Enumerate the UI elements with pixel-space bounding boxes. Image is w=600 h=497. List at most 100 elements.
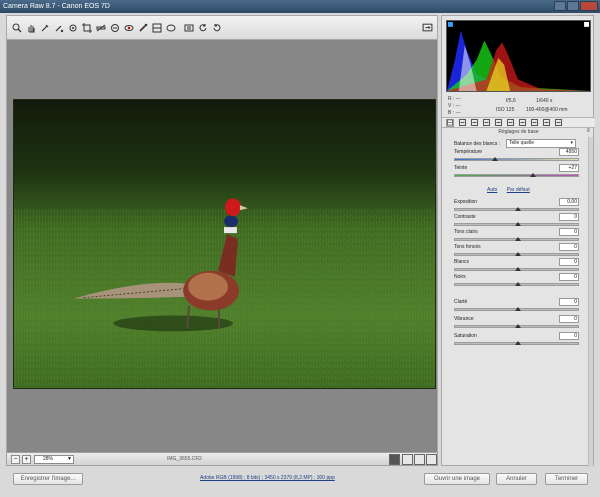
color-sampler-icon[interactable] <box>53 22 64 33</box>
zoom-in-button[interactable]: + <box>22 455 31 464</box>
slider-2: Exposition 0,00 <box>454 198 579 213</box>
slider-value-field[interactable]: 0 <box>559 213 579 221</box>
workflow-options-link[interactable]: Adobe RGB (1998) ; 8 bits) ; 3450 x 2379… <box>200 475 335 481</box>
red-eye-icon[interactable] <box>123 22 134 33</box>
zoom-icon[interactable] <box>11 22 22 33</box>
auto-link[interactable]: Auto <box>487 187 497 193</box>
auto-default-row: Auto Par défaut <box>487 187 538 193</box>
camera-calibration-tab-icon[interactable] <box>530 119 538 127</box>
slider-value-field[interactable]: 0 <box>559 332 579 340</box>
crop-icon[interactable] <box>81 22 92 33</box>
window-title-bar: Camera Raw 8.7 - Canon EOS 7D <box>0 0 600 13</box>
adjustment-brush-icon[interactable] <box>137 22 148 33</box>
slider-6: Blancs 0 <box>454 258 579 273</box>
white-balance-label: Balance des blancs : <box>454 141 501 147</box>
toggle-preview-button[interactable] <box>426 454 437 465</box>
effects-tab-icon[interactable] <box>518 119 526 127</box>
shadow-clipping-indicator[interactable] <box>447 21 453 27</box>
slider-0: Température 4950 <box>454 148 579 163</box>
slider-label: Clarté <box>454 299 468 305</box>
default-link[interactable]: Par défaut <box>507 187 530 193</box>
slider-4: Tons clairs 0 <box>454 228 579 243</box>
tool-list <box>11 22 222 34</box>
slider-value-field[interactable]: 0 <box>559 273 579 281</box>
histogram <box>446 20 591 92</box>
white-balance-icon[interactable] <box>39 22 50 33</box>
r-readout: R : --- <box>448 96 461 102</box>
slider-9: Vibrance 0 <box>454 315 579 330</box>
slider-label: Blancs <box>454 259 470 265</box>
copy-settings-button[interactable] <box>414 454 425 465</box>
lens-tab-icon[interactable] <box>506 119 514 127</box>
maximize-button[interactable] <box>567 1 579 11</box>
close-window-button[interactable] <box>580 1 598 11</box>
hsl-tab-icon[interactable] <box>482 119 490 127</box>
slider-value-field[interactable]: 0 <box>559 243 579 251</box>
slider-label: Teinte <box>454 165 468 171</box>
shutter-speed: 1/640 s <box>536 98 553 104</box>
detail-tab-icon[interactable] <box>470 119 478 127</box>
slider-label: Vibrance <box>454 316 474 322</box>
slider-value-field[interactable]: 4950 <box>559 148 579 156</box>
slider-label: Exposition <box>454 199 478 205</box>
slider-thumb[interactable] <box>514 207 521 211</box>
done-button[interactable]: Terminer <box>545 473 588 485</box>
split-toning-tab-icon[interactable] <box>494 119 502 127</box>
slider-value-field[interactable]: 0 <box>559 258 579 266</box>
rotate-ccw-icon[interactable] <box>197 22 208 33</box>
spot-removal-icon[interactable] <box>109 22 120 33</box>
slider-value-field[interactable]: 0,00 <box>559 198 579 206</box>
panel-scrollbar[interactable] <box>588 137 593 467</box>
presets-tab-icon[interactable] <box>542 119 550 127</box>
slider-value-field[interactable]: 0 <box>559 228 579 236</box>
panel-tabs <box>442 117 595 128</box>
cancel-button[interactable]: Annuler <box>496 473 537 485</box>
chevron-down-icon: ▼ <box>67 456 72 462</box>
slider-value-field[interactable]: +27 <box>559 164 579 172</box>
pheasant-photo[interactable] <box>13 99 436 389</box>
panel-menu-icon[interactable]: ≡ <box>586 128 590 134</box>
tone-curve-tab-icon[interactable] <box>458 119 466 127</box>
preferences-icon[interactable] <box>183 22 194 33</box>
window-title: Camera Raw 8.7 - Canon EOS 7D <box>3 3 110 10</box>
slider-track[interactable] <box>454 158 579 161</box>
zoom-out-button[interactable]: − <box>11 455 20 464</box>
zoom-level-value: 28% <box>43 456 54 462</box>
slider-value-field[interactable]: 0 <box>559 298 579 306</box>
radial-filter-icon[interactable] <box>165 22 176 33</box>
slider-thumb[interactable] <box>514 222 521 226</box>
slider-track[interactable] <box>454 174 579 177</box>
slider-5: Tons foncés 0 <box>454 243 579 258</box>
slider-thumb[interactable] <box>492 157 498 161</box>
slider-thumb[interactable] <box>529 173 536 177</box>
open-image-button[interactable]: Ouvrir une image <box>424 473 490 485</box>
slider-thumb[interactable] <box>514 341 521 345</box>
slider-value-field[interactable]: 0 <box>559 315 579 323</box>
snapshots-tab-icon[interactable] <box>554 119 562 127</box>
save-image-button[interactable]: Enregistrer l'image... <box>13 473 83 485</box>
hand-icon[interactable] <box>25 22 36 33</box>
before-after-view-button[interactable] <box>389 454 400 465</box>
zoom-level-select[interactable]: 28% ▼ <box>34 455 74 464</box>
straighten-icon[interactable] <box>95 22 106 33</box>
slider-thumb[interactable] <box>514 252 521 256</box>
white-balance-select[interactable]: Telle quelle ▾ <box>506 139 576 148</box>
slider-thumb[interactable] <box>514 324 521 328</box>
swap-settings-button[interactable] <box>402 454 413 465</box>
slider-8: Clarté 0 <box>454 298 579 313</box>
slider-thumb[interactable] <box>514 237 521 241</box>
graduated-filter-icon[interactable] <box>151 22 162 33</box>
minimize-button[interactable] <box>554 1 566 11</box>
targeted-adjustment-icon[interactable] <box>67 22 78 33</box>
fullscreen-toggle-icon[interactable] <box>422 22 433 33</box>
slider-thumb[interactable] <box>514 267 521 271</box>
status-bar: − + 28% ▼ IMG_3655.CR2 <box>6 452 438 466</box>
highlight-clipping-indicator[interactable] <box>584 21 590 27</box>
slider-thumb[interactable] <box>514 307 521 311</box>
lens: 100-400@400 mm <box>526 107 568 113</box>
basic-tab-icon[interactable] <box>446 118 454 127</box>
slider-thumb[interactable] <box>514 282 521 286</box>
file-name: IMG_3655.CR2 <box>167 456 202 462</box>
adjustment-panel: R : --- V : --- B : --- f/5,6 1/640 s IS… <box>441 15 595 467</box>
rotate-cw-icon[interactable] <box>211 22 222 33</box>
